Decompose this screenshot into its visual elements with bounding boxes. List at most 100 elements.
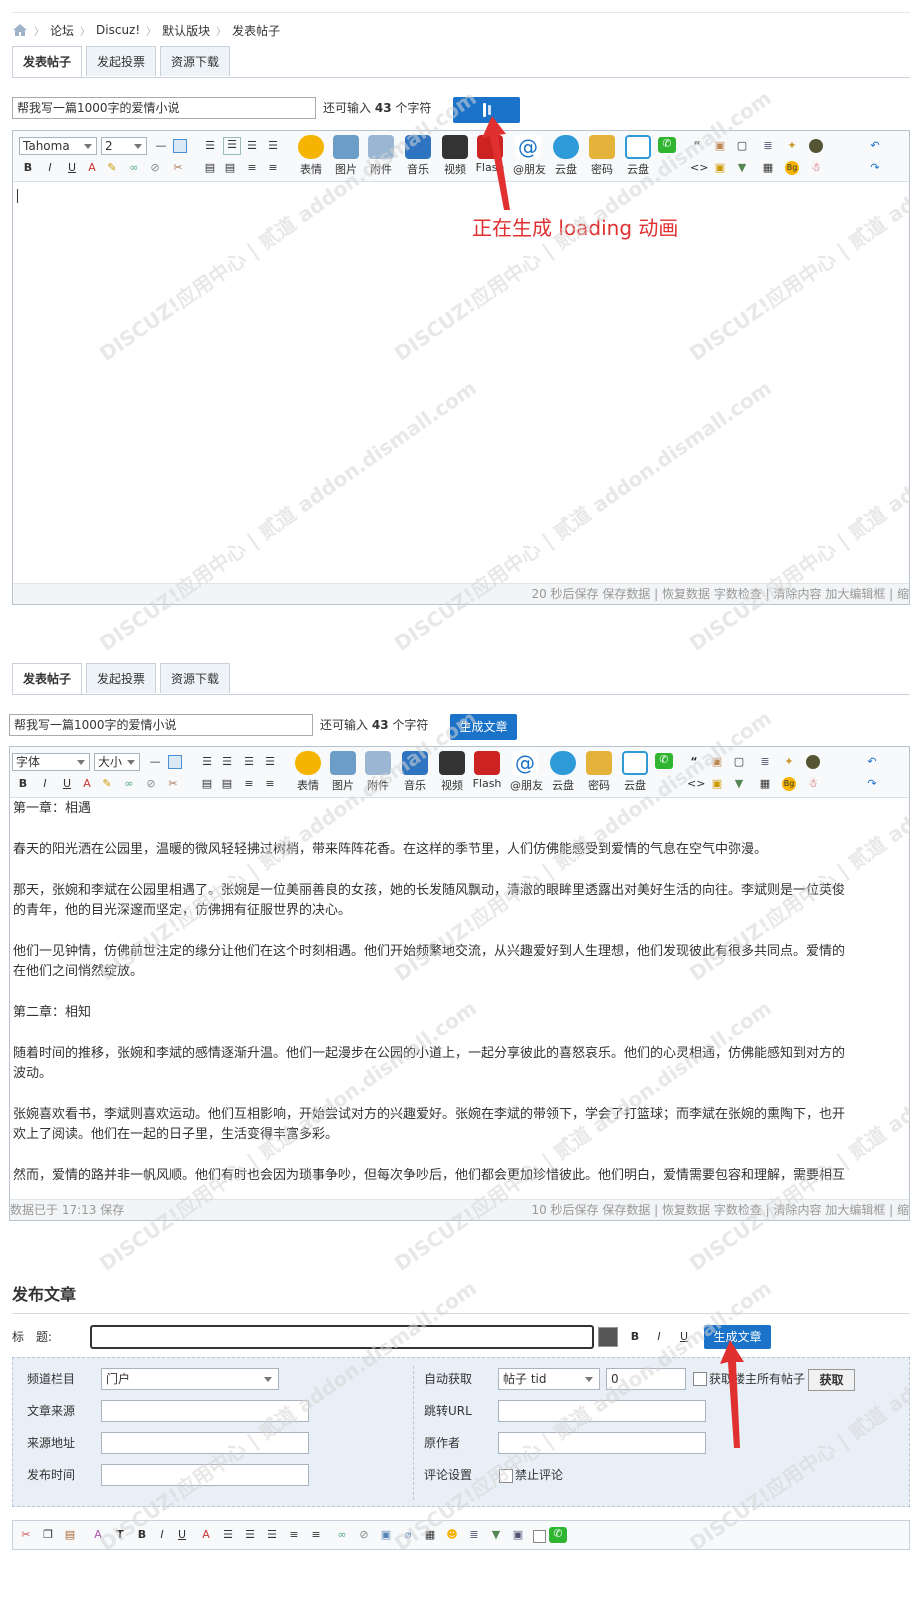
page-icon[interactable]: ▢ xyxy=(735,139,749,153)
save-icon[interactable]: ▣ xyxy=(511,1528,525,1542)
attachment-button[interactable]: 附件 xyxy=(363,751,393,793)
password-key-icon[interactable]: ✦ xyxy=(785,139,799,153)
highlight-icon[interactable]: ✎ xyxy=(105,161,119,175)
video-button[interactable]: 视频 xyxy=(437,751,467,793)
align-right-icon[interactable]: ☰ xyxy=(263,755,277,769)
video-button[interactable]: 视频 xyxy=(440,135,470,177)
video-icon[interactable]: ▦ xyxy=(423,1528,437,1542)
highlight-icon[interactable]: ✎ xyxy=(100,777,114,791)
channel-select[interactable]: 门户 xyxy=(101,1368,279,1390)
paste-text-icon[interactable]: ▤ xyxy=(223,161,237,175)
tid-input[interactable]: 0 xyxy=(606,1368,686,1390)
unlink-icon[interactable]: ⊘ xyxy=(144,777,158,791)
title-underline-icon[interactable]: U xyxy=(677,1330,691,1344)
outdent-icon[interactable]: ☰ xyxy=(200,755,214,769)
underline-icon[interactable]: U xyxy=(175,1528,189,1542)
breadcrumb-item-forum[interactable]: 论坛 xyxy=(50,22,74,39)
image-button[interactable]: 图片 xyxy=(328,751,358,793)
align-left-icon[interactable]: ☰ xyxy=(221,1528,235,1542)
wechat-icon[interactable]: ✆ xyxy=(655,753,673,769)
hide-icon[interactable]: ▣ xyxy=(713,139,727,153)
cloud-disk-button[interactable]: 云盘 xyxy=(551,135,581,177)
cloud-disk-button[interactable]: 云盘 xyxy=(548,751,578,793)
font-size-select-2[interactable]: 大小 xyxy=(94,753,140,771)
download-icon[interactable]: ▼ xyxy=(735,161,749,175)
undo-icon[interactable]: ↶ xyxy=(868,139,882,153)
subject-input[interactable]: 帮我写一篇1000字的爱情小说 xyxy=(12,97,316,119)
author-input[interactable] xyxy=(498,1432,706,1454)
title-italic-icon[interactable]: I xyxy=(652,1330,666,1344)
free-icon[interactable]: ▣ xyxy=(710,777,724,791)
tab-resource[interactable]: 资源下载 xyxy=(160,46,231,76)
index-icon[interactable]: ≣ xyxy=(758,755,772,769)
subject-input-2[interactable]: 帮我写一篇1000字的爱情小说 xyxy=(9,714,313,736)
italic-icon[interactable]: I xyxy=(38,777,52,791)
cloud-disk-2-button[interactable]: 云盘 xyxy=(623,135,653,177)
source-input[interactable] xyxy=(101,1400,309,1422)
fetch-all-checkbox[interactable] xyxy=(693,1372,707,1386)
download-icon[interactable]: ▼ xyxy=(732,777,746,791)
emoticon-icon[interactable]: ☻ xyxy=(445,1528,459,1542)
font-size-icon[interactable]: T xyxy=(113,1528,127,1542)
unlink-icon[interactable]: ⊘ xyxy=(357,1528,371,1542)
qq-icon[interactable]: ☃ xyxy=(809,161,823,175)
image-icon[interactable]: ▣ xyxy=(379,1528,393,1542)
bold-icon[interactable]: B xyxy=(21,161,35,175)
media-icon[interactable] xyxy=(806,755,820,769)
unordered-list-icon[interactable]: ≡ xyxy=(266,161,280,175)
tab-post-2[interactable]: 发表帖子 xyxy=(12,663,83,695)
align-center-icon[interactable]: ☰ xyxy=(245,139,259,153)
code-icon[interactable]: <> xyxy=(687,777,705,791)
qq-icon[interactable]: ☃ xyxy=(806,777,820,791)
background-icon[interactable]: Bg xyxy=(785,161,799,175)
toolbar-checkbox[interactable] xyxy=(533,1530,546,1543)
font-color-icon[interactable]: A xyxy=(80,777,94,791)
hr-icon[interactable]: — xyxy=(154,139,168,153)
font-color-icon[interactable]: A xyxy=(199,1528,213,1542)
paste-word-icon[interactable]: ▤ xyxy=(203,161,217,175)
source-url-input[interactable] xyxy=(101,1432,309,1454)
link-icon[interactable]: ∞ xyxy=(122,777,136,791)
at-friend-button[interactable]: @ @朋友 xyxy=(510,751,543,793)
table-icon[interactable] xyxy=(173,139,187,153)
align-left-icon[interactable]: ☰ xyxy=(223,137,241,155)
unordered-list-icon[interactable]: ≡ xyxy=(263,777,277,791)
music-button[interactable]: 音乐 xyxy=(403,135,433,177)
editor-status-actions[interactable]: 20 秒后保存 保存数据 | 恢复数据 字数检查 | 清除内容 加大编辑框 | … xyxy=(531,584,909,604)
code-icon[interactable]: <> xyxy=(690,161,708,175)
table-icon[interactable] xyxy=(168,755,182,769)
redo-icon[interactable]: ↷ xyxy=(865,777,879,791)
password-button[interactable]: 密码 xyxy=(587,135,617,177)
font-icon[interactable]: A xyxy=(91,1528,105,1542)
tab-post[interactable]: 发表帖子 xyxy=(12,46,83,78)
align-center-icon[interactable]: ☰ xyxy=(242,755,256,769)
outdent-icon[interactable]: ☰ xyxy=(203,139,217,153)
jump-url-input[interactable] xyxy=(498,1400,706,1422)
align-right-icon[interactable]: ☰ xyxy=(265,1528,279,1542)
underline-icon[interactable]: U xyxy=(60,777,74,791)
attachment-icon[interactable]: ⌀ xyxy=(401,1528,415,1542)
font-color-icon[interactable]: A xyxy=(85,161,99,175)
generate-article-button[interactable]: 生成文章 xyxy=(450,714,517,740)
redo-icon[interactable]: ↷ xyxy=(868,161,882,175)
italic-icon[interactable]: I xyxy=(43,161,57,175)
font-family-select[interactable]: Tahoma xyxy=(19,137,97,155)
title-color-picker[interactable] xyxy=(598,1327,618,1347)
undo-icon[interactable]: ↶ xyxy=(865,755,879,769)
copy-icon[interactable]: ❐ xyxy=(41,1528,55,1542)
align-left-icon[interactable]: ☰ xyxy=(220,755,234,769)
quote-icon[interactable]: “ xyxy=(687,755,701,769)
background-icon[interactable]: Bg xyxy=(782,777,796,791)
editor-content[interactable]: 第一章：相遇 春天的阳光洒在公园里，温暖的微风轻轻拂过树梢，带来阵阵花香。在这样的… xyxy=(10,799,910,1203)
breadcrumb-item-default-board[interactable]: 默认版块 xyxy=(162,22,210,39)
free-icon[interactable]: ▣ xyxy=(713,161,727,175)
quote-icon[interactable]: “ xyxy=(690,139,704,153)
wechat-icon[interactable]: ✆ xyxy=(549,1527,567,1543)
paste-text-icon[interactable]: ▤ xyxy=(220,777,234,791)
editor-status-actions-2[interactable]: 10 秒后保存 保存数据 | 恢复数据 字数检查 | 清除内容 加大编辑框 | … xyxy=(531,1200,909,1220)
italic-icon[interactable]: I xyxy=(155,1528,169,1542)
clear-format-icon[interactable]: ✂ xyxy=(166,777,180,791)
hr-icon[interactable]: — xyxy=(148,755,162,769)
clear-format-icon[interactable]: ✂ xyxy=(171,161,185,175)
page-icon[interactable]: ▢ xyxy=(732,755,746,769)
